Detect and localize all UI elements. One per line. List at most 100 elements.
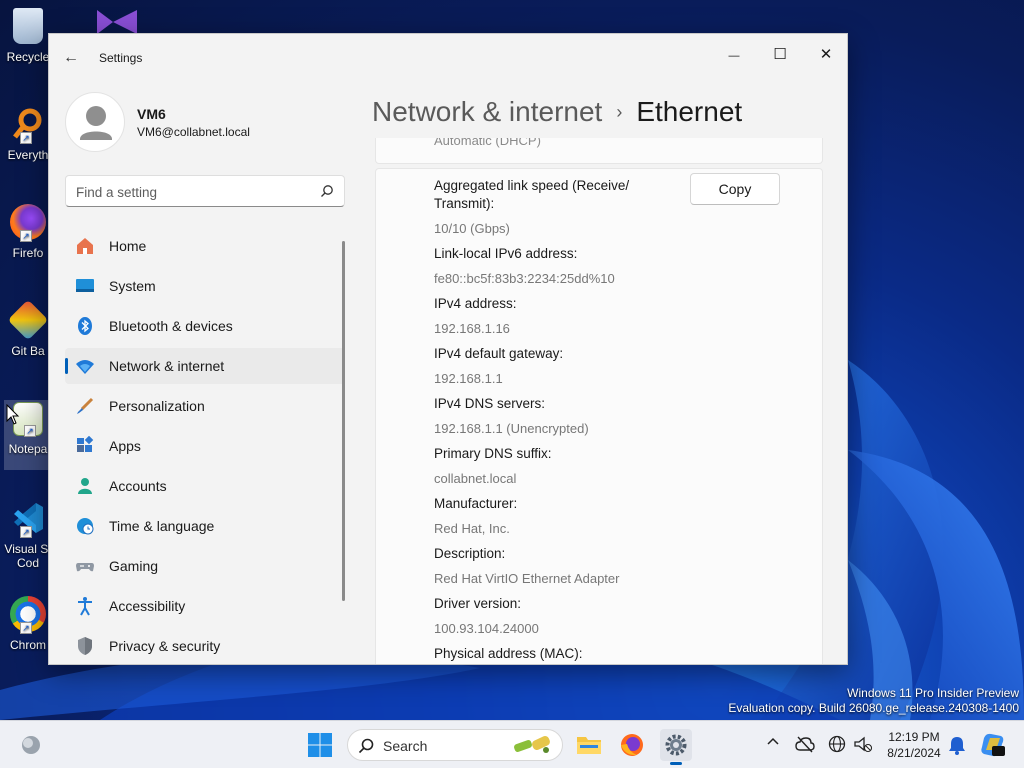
minimize-button[interactable]: — <box>711 40 757 70</box>
breadcrumb: Network & internet › Ethernet <box>372 92 742 132</box>
apps-icon <box>75 436 95 456</box>
evaluation-watermark: Windows 11 Pro Insider Preview Evaluatio… <box>728 686 1019 716</box>
cloud-offline-icon <box>795 736 815 753</box>
everything-search-icon: ↗ <box>10 106 46 144</box>
desktop-icon-recycle-bin[interactable]: Recycle <box>4 8 52 64</box>
search-input[interactable] <box>76 182 306 202</box>
property-row: Description: Red Hat VirtIO Ethernet Ada… <box>434 545 684 588</box>
desktop-icon-chrome[interactable]: ↗ Chrom <box>4 596 52 652</box>
sidebar-item-personalization[interactable]: Personalization <box>65 388 345 424</box>
property-label: Manufacturer: <box>434 496 518 511</box>
brush-icon <box>75 396 95 416</box>
folder-icon <box>577 737 601 754</box>
copy-button[interactable]: Copy <box>690 173 780 205</box>
sidebar-item-label: Personalization <box>109 398 205 414</box>
sidebar-scrollbar[interactable] <box>342 241 345 601</box>
sidebar-item-label: Privacy & security <box>109 638 221 654</box>
clock-time: 12:19 PM <box>888 730 940 744</box>
close-button[interactable]: ✕ <box>803 40 847 70</box>
maximize-icon: ☐ <box>773 46 787 63</box>
desktop-icon-visual-studio[interactable] <box>93 8 141 36</box>
start-button[interactable] <box>307 732 333 758</box>
desktop-icon-firefox[interactable]: ↗ Firefo <box>4 204 52 260</box>
sidebar-nav: Home System Bluetooth & devices Network … <box>65 228 345 664</box>
property-label: IPv4 default gateway: <box>434 346 564 361</box>
weather-widget-icon <box>22 736 40 754</box>
sidebar-item-system[interactable]: System <box>65 268 345 304</box>
property-value: Red Hat VirtIO Ethernet Adapter <box>434 571 620 586</box>
property-label: Link-local IPv6 address: <box>434 246 578 261</box>
partial-value: Automatic (DHCP) <box>434 138 541 148</box>
sidebar-item-bluetooth[interactable]: Bluetooth & devices <box>65 308 345 344</box>
widgets-button[interactable] <box>18 733 44 757</box>
taskbar-clock[interactable]: 12:19 PM 8/21/2024 <box>880 729 948 761</box>
property-row: IPv4 DNS servers: 192.168.1.1 (Unencrypt… <box>434 395 684 438</box>
property-label: Primary DNS suffix: <box>434 446 552 461</box>
taskbar-file-explorer[interactable] <box>573 729 605 761</box>
maximize-button[interactable]: ☐ <box>757 40 803 70</box>
property-row: IPv4 address: 192.168.1.16 <box>434 295 684 338</box>
gamepad-icon <box>75 556 95 576</box>
sidebar-item-label: Accessibility <box>109 598 186 614</box>
ethernet-properties-pane[interactable]: Automatic (DHCP) Aggregated link speed (… <box>375 138 823 664</box>
property-value: 10/10 (Gbps) <box>434 221 510 236</box>
sidebar-item-label: System <box>109 278 156 294</box>
sidebar-item-home[interactable]: Home <box>65 228 345 264</box>
ip-assignment-card: Automatic (DHCP) <box>375 138 823 164</box>
tray-volume[interactable] <box>853 735 873 755</box>
chrome-icon: ↗ <box>10 596 46 634</box>
back-button[interactable]: ← <box>61 48 81 68</box>
settings-window: ← Settings — ☐ ✕ VM6 VM6@collabnet.local… <box>48 33 848 665</box>
search-icon[interactable] <box>320 184 334 198</box>
windows-logo-icon <box>308 733 332 757</box>
taskbar-firefox[interactable] <box>616 729 648 761</box>
copilot-button[interactable] <box>980 732 1006 758</box>
properties-list: Aggregated link speed (Receive/ Transmit… <box>434 177 684 664</box>
property-label: Description: <box>434 546 506 561</box>
tray-network[interactable] <box>795 735 815 755</box>
properties-card: Aggregated link speed (Receive/ Transmit… <box>375 168 823 664</box>
desktop-icon-vscode[interactable]: ↗ Visual St Cod <box>4 500 52 570</box>
system-icon <box>75 276 95 296</box>
wifi-icon <box>75 356 95 376</box>
sidebar-item-gaming[interactable]: Gaming <box>65 548 345 584</box>
notifications-button[interactable] <box>948 735 966 755</box>
accessibility-icon <box>75 596 95 616</box>
desktop-icon-everything[interactable]: ↗ Everyth <box>4 106 52 162</box>
avatar[interactable] <box>65 92 125 152</box>
tray-language[interactable] <box>827 735 847 755</box>
chevron-right-icon: › <box>616 101 623 122</box>
breadcrumb-parent[interactable]: Network & internet <box>372 96 602 128</box>
title-bar[interactable]: ← Settings — ☐ ✕ <box>49 34 847 82</box>
taskbar-search-label: Search <box>383 738 428 754</box>
vscode-icon: ↗ <box>10 500 46 538</box>
taskbar-settings[interactable] <box>660 729 692 765</box>
sidebar-item-label: Network & internet <box>109 358 225 374</box>
property-value: 192.168.1.1 (Unencrypted) <box>434 421 589 436</box>
property-label: IPv4 address: <box>434 296 517 311</box>
watermark-line: Evaluation copy. Build 26080.ge_release.… <box>728 701 1019 715</box>
user-name: VM6 <box>137 106 166 122</box>
page-title: Ethernet <box>636 96 743 127</box>
sidebar-item-network[interactable]: Network & internet <box>65 348 345 384</box>
firefox-icon: ↗ <box>10 204 46 242</box>
sidebar-item-label: Gaming <box>109 558 159 574</box>
desktop-icon-git-bash[interactable]: Git Ba <box>4 299 52 358</box>
mouse-cursor-icon <box>6 404 20 425</box>
find-setting-box[interactable] <box>65 175 345 207</box>
app-title: Settings <box>99 51 143 65</box>
globe-clock-icon <box>75 516 95 536</box>
sidebar-item-privacy-security[interactable]: Privacy & security <box>65 628 345 664</box>
sidebar-item-apps[interactable]: Apps <box>65 428 345 464</box>
search-icon <box>358 738 374 754</box>
visual-studio-icon <box>97 10 137 34</box>
sidebar-item-accessibility[interactable]: Accessibility <box>65 588 345 624</box>
property-row: Primary DNS suffix: collabnet.local <box>434 445 684 488</box>
chevron-up-icon <box>767 737 779 745</box>
sidebar-item-time-language[interactable]: Time & language <box>65 508 345 544</box>
sidebar-item-accounts[interactable]: Accounts <box>65 468 345 504</box>
property-label: Aggregated link speed (Receive/ Transmit… <box>434 178 630 211</box>
taskbar-search[interactable]: Search <box>347 729 563 761</box>
watermark-line: Windows 11 Pro Insider Preview <box>847 686 1019 700</box>
tray-overflow-chevron[interactable] <box>763 735 783 755</box>
